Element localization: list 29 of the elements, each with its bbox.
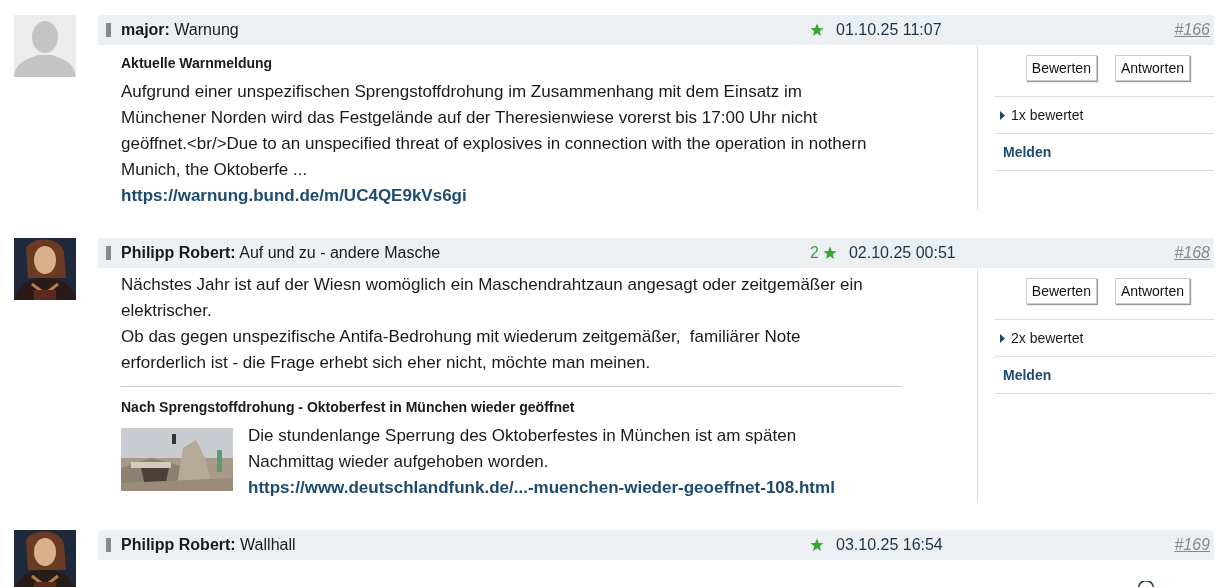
star-icon[interactable] bbox=[810, 23, 824, 37]
post-date: 01.10.25 11:07 bbox=[836, 21, 942, 39]
report-link[interactable]: Melden bbox=[1003, 367, 1052, 383]
post-title: Philipp Robert: Auf und zu - andere Masche bbox=[121, 244, 442, 262]
drag-handle-icon[interactable] bbox=[106, 246, 111, 260]
action-button[interactable]: Antworten bbox=[1114, 55, 1190, 81]
post-text: Nächstes Jahr ist auf der Wiesn womöglich ein Maschendrahtzaun angesagt oder zeitgemäßer ein elektrischer. Ob das gegen unspezifische Antifa-Bedrohung mit wiederum zeitgemäßer, familiärer Note erforderlich ist - die Frage erhebt sich eher nicht, möchte man meinen. bbox=[121, 274, 864, 374]
post-date: 02.10.25 00:51 bbox=[848, 244, 956, 262]
url-link[interactable]: https://warnung.bund.de/m/UC4QE9kVs6gi bbox=[121, 186, 467, 205]
report-link[interactable]: Melden bbox=[1003, 144, 1052, 160]
preview-title: Aktuelle Warnmeldung bbox=[121, 55, 274, 71]
drag-handle-icon[interactable] bbox=[106, 538, 111, 552]
action-button[interactable]: Bewerten bbox=[1025, 55, 1097, 81]
post-title: Philipp Robert: Wallhall bbox=[121, 536, 297, 554]
post-date: 03.10.25 16:54 bbox=[836, 536, 943, 554]
star-icon[interactable] bbox=[810, 538, 824, 552]
url-link[interactable]: https://www.deutschlandfunk.de/...-muenchen-wieder-geoeffnet-108.html bbox=[248, 475, 835, 501]
action-button[interactable]: Bewerten bbox=[1025, 278, 1097, 304]
star-icon[interactable] bbox=[822, 246, 837, 260]
post-title: major: Warnung bbox=[121, 21, 240, 39]
preview-title: Nach Sprengstoffdrohung - Oktoberfest in München wieder geöffnet bbox=[121, 399, 576, 415]
rating-count: 2 bbox=[810, 244, 819, 262]
action-button[interactable]: Antworten bbox=[1114, 278, 1190, 304]
avatar bbox=[14, 15, 76, 77]
caret-icon bbox=[1000, 333, 1005, 343]
drag-handle-icon[interactable] bbox=[106, 23, 111, 37]
post-text: Aufgrund einer unspezifischen Sprengstoffdrohung im Zusammenhang mit dem Einsatz im Münchener Norden wird das Festgelände auf der Theresienwiese vorerst bis 17:00 Uhr nicht geöffnet.<br/>Due to an unspecified threat of explosives in connection with the operation in nothern Munich, the Oktoberfe ... bbox=[121, 81, 868, 181]
caret-icon bbox=[1000, 110, 1005, 120]
preview-text: Die stundenlange Sperrung des Oktoberfestes in München ist am späten Nachmittag wieder aufgehoben worden. bbox=[248, 425, 798, 473]
